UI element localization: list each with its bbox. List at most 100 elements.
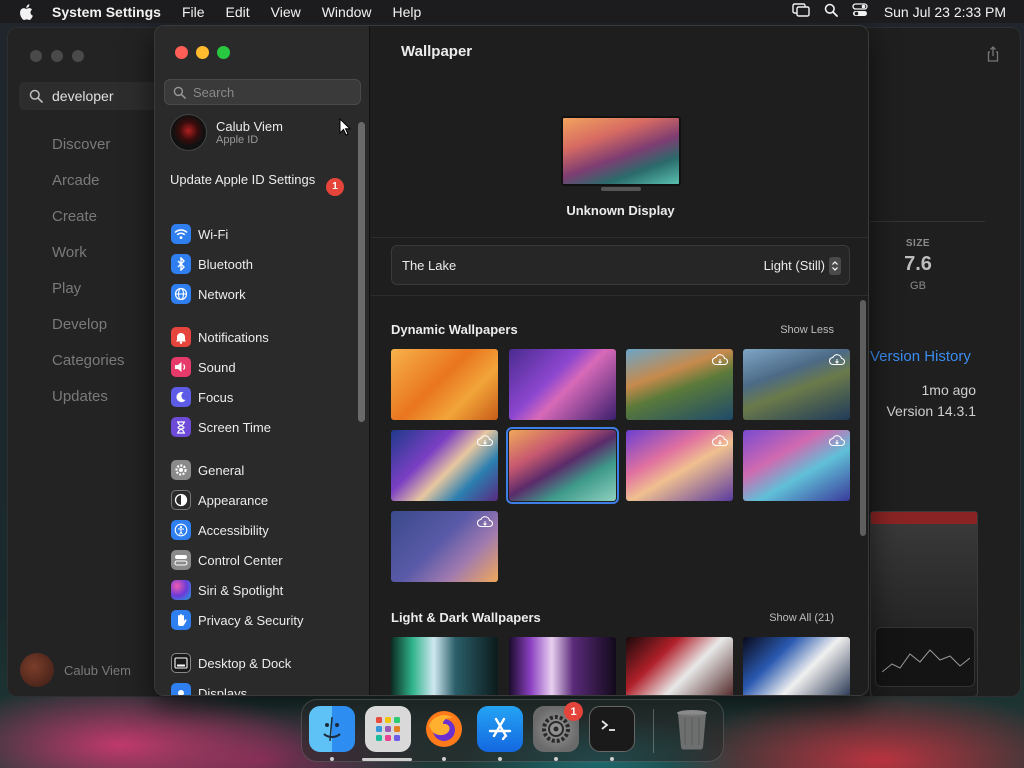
section-title-dynamic: Dynamic Wallpapers	[391, 322, 518, 337]
avatar	[170, 114, 207, 151]
nav-work[interactable]: Work	[52, 244, 125, 280]
dock-separator	[653, 709, 654, 753]
search-input[interactable]	[193, 84, 353, 100]
nav-play[interactable]: Play	[52, 280, 125, 316]
siri-icon	[171, 580, 191, 600]
close-button[interactable]	[175, 46, 188, 59]
menu-clock[interactable]: Sun Jul 23 2:33 PM	[884, 4, 1006, 20]
show-less-button[interactable]: Show Less	[780, 324, 834, 336]
wifi-icon	[171, 224, 191, 244]
wallpaper-thumb[interactable]	[391, 637, 498, 695]
sidebar-item-siri-spotlight[interactable]: Siri & Spotlight	[171, 579, 283, 601]
version-history-link[interactable]: Version History	[870, 348, 971, 365]
sidebar-item-accessibility[interactable]: Accessibility	[171, 519, 269, 541]
nav-create[interactable]: Create	[52, 208, 125, 244]
show-all-button[interactable]: Show All (21)	[769, 612, 834, 624]
bluetooth-icon	[171, 254, 191, 274]
wallpaper-thumb-selected[interactable]	[506, 427, 619, 504]
nav-discover[interactable]: Discover	[52, 136, 125, 172]
menu-file[interactable]: File	[182, 4, 205, 20]
menu-window[interactable]: Window	[322, 4, 372, 20]
settings-sidebar: Calub Viem Apple ID Update Apple ID Sett…	[155, 26, 370, 695]
wallpaper-thumb[interactable]	[509, 349, 616, 420]
wallpaper-thumb[interactable]	[626, 637, 733, 695]
screenshot-panel	[875, 627, 975, 687]
sidebar-item-control-center[interactable]: Control Center	[171, 549, 283, 571]
wallpaper-thumb[interactable]	[743, 430, 850, 501]
app-store-account[interactable]: Calub Viem	[20, 653, 131, 687]
app-store-search-field[interactable]: developer	[19, 82, 169, 110]
zoom-button[interactable]	[72, 50, 84, 62]
profile-name: Calub Viem	[216, 118, 283, 134]
launchpad-icon[interactable]	[365, 706, 411, 752]
terminal-icon[interactable]	[589, 706, 635, 752]
menu-app-name[interactable]: System Settings	[52, 4, 161, 20]
avatar	[20, 653, 54, 687]
settings-search-field[interactable]	[164, 79, 361, 105]
menu-help[interactable]: Help	[393, 4, 422, 20]
wallpaper-thumb[interactable]	[626, 430, 733, 501]
gallery-scrollbar[interactable]	[860, 300, 866, 536]
menu-view[interactable]: View	[271, 4, 301, 20]
sidebar-item-screen-time[interactable]: Screen Time	[171, 416, 271, 438]
sidebar-item-notifications[interactable]: Notifications	[171, 326, 269, 348]
update-apple-id-item[interactable]: Update Apple ID Settings 1	[170, 172, 345, 196]
sidebar-item-desktop-dock[interactable]: Desktop & Dock	[171, 652, 291, 674]
size-label: SIZE	[905, 238, 931, 249]
sidebar-item-displays[interactable]: Displays	[171, 682, 248, 696]
zoom-button[interactable]	[217, 46, 230, 59]
sidebar-item-label: Accessibility	[198, 522, 269, 538]
screen-mirroring-icon[interactable]	[792, 3, 810, 20]
sidebar-item-label: Displays	[198, 685, 248, 696]
wallpaper-thumb[interactable]	[743, 349, 850, 420]
sidebar-item-privacy-security[interactable]: Privacy & Security	[171, 609, 303, 631]
running-indicator	[442, 757, 446, 761]
running-indicator	[554, 757, 558, 761]
wallpaper-thumb[interactable]	[391, 430, 498, 501]
sidebar-item-sound[interactable]: Sound	[171, 356, 236, 378]
nav-updates[interactable]: Updates	[52, 388, 125, 424]
trash-icon[interactable]	[669, 706, 715, 752]
wallpaper-thumb[interactable]	[391, 511, 498, 582]
app-store-icon[interactable]	[477, 706, 523, 752]
apple-menu-icon[interactable]	[19, 3, 33, 20]
minimize-button[interactable]	[196, 46, 209, 59]
apple-id-profile[interactable]: Calub Viem Apple ID	[170, 114, 283, 151]
sidebar-item-focus[interactable]: Focus	[171, 386, 233, 408]
display-preview[interactable]	[561, 116, 681, 191]
sidebar-item-label: Siri & Spotlight	[198, 582, 284, 598]
close-button[interactable]	[30, 50, 42, 62]
sidebar-item-network[interactable]: Network	[171, 283, 246, 305]
sidebar-item-general[interactable]: General	[171, 459, 244, 481]
sidebar-item-label: Bluetooth	[198, 256, 253, 272]
menu-edit[interactable]: Edit	[226, 4, 250, 20]
wallpaper-thumb[interactable]	[626, 349, 733, 420]
finder-icon[interactable]	[309, 706, 355, 752]
sidebar-item-bluetooth[interactable]: Bluetooth	[171, 253, 253, 275]
sidebar-item-appearance[interactable]: Appearance	[171, 489, 268, 511]
share-icon[interactable]	[986, 46, 1000, 67]
nav-develop[interactable]: Develop	[52, 316, 125, 352]
running-indicator	[610, 757, 614, 761]
cloud-download-icon	[711, 434, 728, 452]
spotlight-search-icon[interactable]	[824, 3, 838, 20]
minimize-button[interactable]	[51, 50, 63, 62]
wallpaper-mode-select[interactable]: Light (Still)	[764, 258, 825, 273]
cloud-download-icon	[476, 434, 493, 452]
current-wallpaper-name: The Lake	[402, 258, 457, 273]
chevron-updown-icon[interactable]	[829, 257, 841, 275]
nav-arcade[interactable]: Arcade	[52, 172, 125, 208]
nav-categories[interactable]: Categories	[52, 352, 125, 388]
app-screenshot[interactable]	[870, 511, 978, 696]
firefox-icon[interactable]	[421, 706, 467, 752]
control-center-icon[interactable]	[852, 3, 868, 20]
sidebar-scrollbar[interactable]	[358, 122, 365, 422]
window-controls	[175, 46, 230, 59]
wallpaper-thumb[interactable]	[743, 637, 850, 695]
page-title: Wallpaper	[401, 43, 473, 60]
wallpaper-thumb[interactable]	[509, 637, 616, 695]
app-size-info: SIZE 7.6 GB	[893, 238, 943, 292]
sidebar-item-wifi[interactable]: Wi-Fi	[171, 223, 228, 245]
wallpaper-thumb[interactable]	[391, 349, 498, 420]
display-preview-screen	[561, 116, 681, 186]
